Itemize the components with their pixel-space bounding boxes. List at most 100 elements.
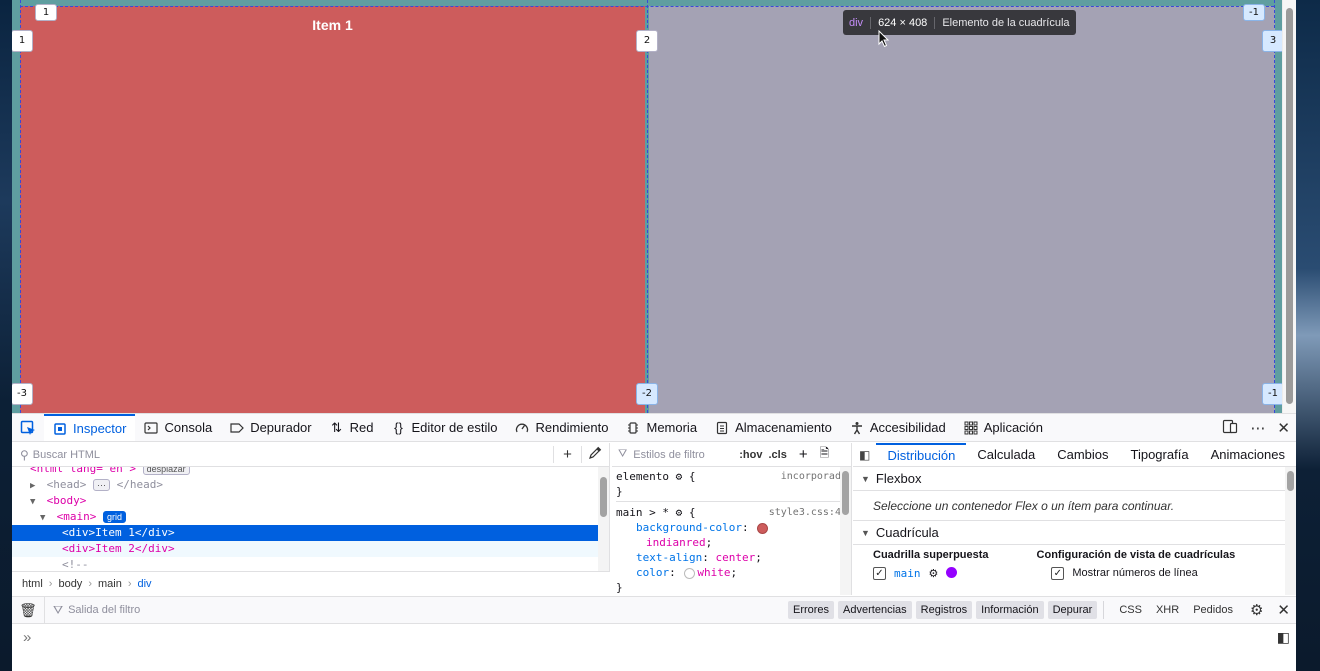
tab-animations[interactable]: Animaciones [1200,443,1296,466]
cls-toggle-button[interactable]: .cls [768,449,786,461]
console-settings-gear-icon[interactable]: ⚙ [1250,601,1263,619]
tab-network[interactable]: ⇅ Red [321,414,383,441]
declaration-property[interactable]: text-align [636,551,702,564]
toggle-sidebar-icon[interactable]: ◧ [853,443,876,466]
tab-layout[interactable]: Distribución [876,443,967,466]
filter-logs-button[interactable]: Registros [915,601,973,619]
filter-css-button[interactable]: CSS [1114,601,1147,619]
tree-node-head-close: </head> [116,478,163,491]
flexbox-section-title: Flexbox [875,471,922,486]
tree-node-div-selected[interactable]: <div>Item 1</div> [12,525,609,541]
overlay-color-swatch-icon[interactable] [946,567,958,578]
responsive-design-mode-icon[interactable] [1222,418,1238,438]
scroll-badge[interactable]: desplazar [142,467,190,475]
tree-node-html[interactable]: <html lang="en"> desplazar [12,467,609,477]
gear-icon[interactable]: ⚙ [676,506,683,519]
breadcrumb-body[interactable]: body [58,578,82,590]
tree-node-main[interactable]: ▼ <main> grid [12,509,609,525]
tab-computed[interactable]: Calculada [966,443,1046,466]
filter-requests-button[interactable]: Pedidos [1188,601,1238,619]
close-devtools-icon[interactable]: ✕ [1277,419,1290,437]
tree-node-comment[interactable]: <!-- [12,557,609,568]
more-options-icon[interactable]: ⋯ [1250,419,1265,437]
tab-fonts[interactable]: Tipografía [1120,443,1200,466]
clear-console-trash-icon[interactable]: 🗑 [12,602,44,619]
collapse-arrow-icon[interactable]: ▼ [40,510,50,526]
editor-mode-toggle-icon[interactable]: ◧ [1277,629,1290,646]
markup-scrollbar[interactable] [598,467,609,571]
ellipsis-badge[interactable]: ⋯ [93,479,110,491]
console-filter-input[interactable] [68,604,269,616]
rule-source-link[interactable]: style3.css:43 [769,505,847,520]
add-rule-icon[interactable]: + [799,446,808,463]
filter-errors-button[interactable]: Errores [787,601,835,619]
filter-warnings-button[interactable]: Advertencias [838,601,912,619]
eyedropper-icon[interactable] [581,446,609,463]
close-split-console-icon[interactable]: ✕ [1277,601,1290,619]
color-swatch-icon[interactable] [684,567,696,579]
show-line-numbers-checkbox[interactable]: ✓ [1051,567,1065,580]
sidebar-scrollbar[interactable] [1285,467,1296,595]
declaration-text-align[interactable]: text-align: center; [616,550,847,565]
rules-scrollbar-thumb[interactable] [842,471,849,515]
tab-performance[interactable]: Rendimiento [506,414,617,441]
tree-node-head[interactable]: ▶ <head> ⋯ </head> [12,477,609,493]
network-icon: ⇅ [331,419,343,435]
breadcrumb-main[interactable]: main [98,578,122,590]
filter-info-button[interactable]: Información [976,601,1044,619]
grid-item-2[interactable] [649,6,1275,413]
declaration-value[interactable]: center [715,551,755,564]
page-viewport: Item 1 1 -1 1 2 3 -3 -2 -1 div 624 × 408… [12,0,1296,413]
grid-line-number-badge: 3 [1262,30,1284,52]
grid-item-1[interactable]: Item 1 [20,6,645,413]
tab-debugger[interactable]: Depurador [221,414,320,441]
declaration-value[interactable]: indianred [646,536,706,549]
grid-section-header[interactable]: ▼ Cuadrícula [853,521,1296,545]
breadcrumb-div[interactable]: div [138,578,152,590]
declaration-property[interactable]: color [636,566,669,579]
tab-inspector[interactable]: Inspector [44,414,136,441]
gear-icon[interactable]: ⚙ [676,470,683,483]
tab-memory[interactable]: Memoria [617,414,706,441]
markup-scrollbar-thumb[interactable] [600,477,607,517]
sidebar-scrollbar-thumb[interactable] [1287,471,1294,491]
collapse-arrow-icon[interactable]: ▼ [30,494,40,510]
grid-line-number-badge: 2 [636,30,658,52]
filter-xhr-button[interactable]: XHR [1151,601,1184,619]
tab-changes[interactable]: Cambios [1046,443,1119,466]
page-vertical-scrollbar[interactable] [1282,0,1296,413]
tab-application[interactable]: Aplicación [955,414,1052,441]
filter-debug-button[interactable]: Depurar [1047,601,1098,619]
add-node-icon[interactable]: + [553,446,581,463]
element-picker-button[interactable] [12,414,44,441]
declaration-property[interactable]: background-color [636,521,742,534]
console-input-area[interactable]: » ◧ [12,625,1296,671]
print-media-icon[interactable]: 🗎 [820,444,830,465]
desktop-background-right [1296,0,1320,671]
flexbox-section-header[interactable]: ▼ Flexbox [853,467,1296,491]
tab-storage[interactable]: Almacenamiento [706,414,841,441]
tree-node-div2[interactable]: <div>Item 2</div> [12,541,609,557]
tree-node-body[interactable]: ▼ <body> [12,493,609,509]
declaration-color[interactable]: color: white; [616,565,847,580]
tab-style-editor[interactable]: {} Editor de estilo [382,414,506,441]
declaration-value[interactable]: white [697,566,730,579]
tab-console[interactable]: Consola [135,414,221,441]
grid-line-number-badge: 1 [35,4,57,21]
infobar-grid-description: Elemento de la cuadrícula [942,16,1070,29]
tree-node-head-open: <head> [46,478,87,491]
declaration-background-color[interactable]: background-color: indianred; [616,520,847,550]
overlay-main-checkbox[interactable]: ✓ [873,567,886,580]
highlight-element-icon[interactable]: ⚙ [929,567,939,580]
console-network-filters: CSS XHR Pedidos [1103,601,1238,619]
color-swatch-icon[interactable] [757,522,769,534]
expand-arrow-icon[interactable]: ▶ [30,478,40,494]
html-search-input[interactable] [28,448,553,461]
hov-toggle-button[interactable]: :hov [739,449,762,461]
tab-accessibility[interactable]: Accesibilidad [841,414,955,441]
breadcrumb-html[interactable]: html [22,578,43,590]
grid-badge[interactable]: grid [103,511,127,523]
page-scrollbar-thumb[interactable] [1286,8,1293,404]
rules-scrollbar[interactable] [840,467,851,595]
rules-filter-input[interactable] [633,448,734,461]
